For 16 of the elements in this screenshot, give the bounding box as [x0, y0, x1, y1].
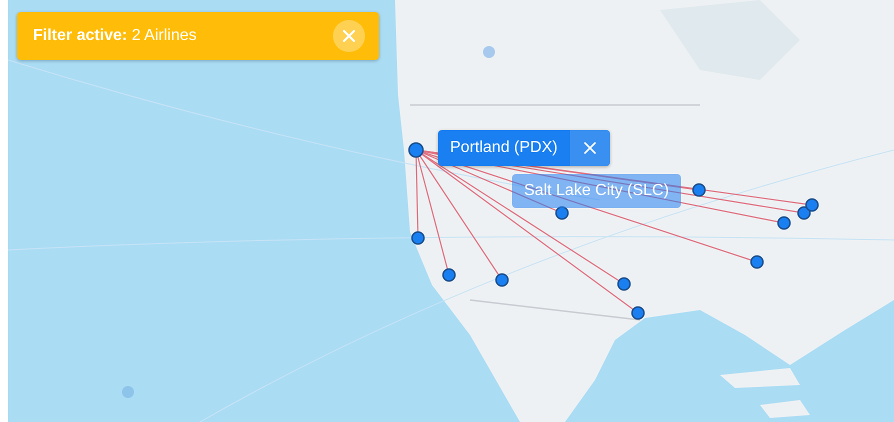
airport-marker[interactable] — [692, 183, 706, 197]
airport-marker[interactable] — [797, 206, 811, 220]
airport-marker[interactable] — [631, 306, 645, 320]
airport-marker[interactable] — [777, 216, 791, 230]
deselect-airport-button[interactable] — [570, 130, 610, 166]
airport-marker[interactable] — [750, 255, 764, 269]
airport-marker[interactable] — [411, 231, 425, 245]
selected-airport-label: Portland (PDX) — [449, 138, 559, 158]
airport-marker[interactable] — [555, 206, 569, 220]
airport-marker[interactable] — [442, 268, 456, 282]
airport-marker[interactable] — [408, 142, 424, 158]
airport-marker[interactable] — [805, 198, 819, 212]
airport-marker[interactable] — [495, 273, 509, 287]
airport-marker[interactable] — [617, 277, 631, 291]
airport-tooltip: Salt Lake City (SLC) — [512, 174, 681, 208]
filter-status-text: Filter active: 2 Airlines — [33, 27, 197, 45]
